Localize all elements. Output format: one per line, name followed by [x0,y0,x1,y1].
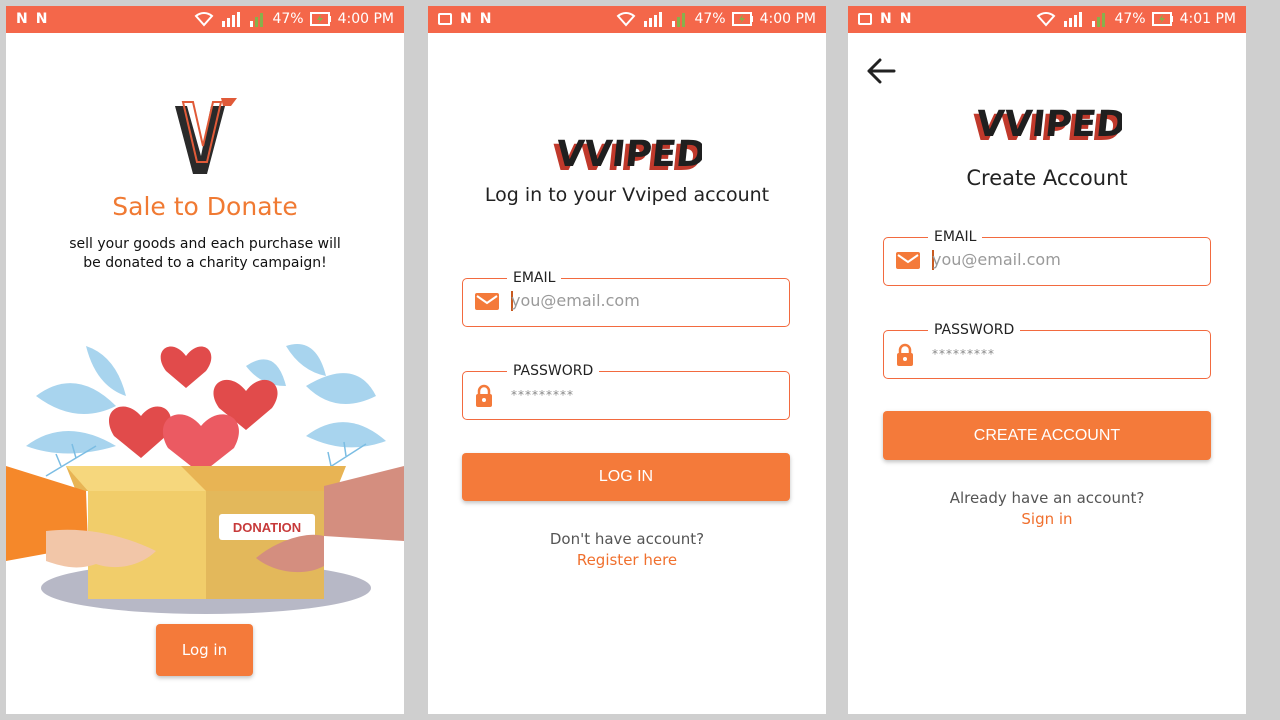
notification-icon: N [880,11,892,27]
email-icon [475,293,499,310]
no-account-text: Don't have account? [549,530,705,548]
donation-illustration: DONATION [6,344,404,614]
clock: 4:01 PM [1179,11,1236,27]
signal-icon [1092,13,1106,27]
notification-icon: N [479,11,492,27]
battery-percent: 47% [694,11,726,27]
wifi-icon [195,12,214,27]
signin-link[interactable]: Sign in [848,510,1246,528]
status-bar: N N 47% 4:01 PM [848,6,1246,33]
signal-icon [672,13,686,27]
login-screen: N N 47% 4:00 PM VVIPED VVIPED Log in to … [428,6,826,714]
status-bar: N N 47% 4:00 PM [428,6,826,33]
email-field: EMAIL [462,269,790,327]
image-icon [438,13,452,25]
login-button[interactable]: Log in [156,624,253,676]
lock-icon [476,384,492,407]
battery-percent: 47% [272,11,304,27]
onboarding-screen: N N 47% 4:00 PM Sale to Donate sell your… [6,6,404,714]
brand-logo: VVIPED VVIPED [972,103,1122,148]
onboarding-description-line-2: be donated to a charity campaign! [83,255,327,271]
login-heading: Log in to your Vviped account [484,184,770,206]
brand-logo-icon [175,98,237,174]
signal-icon [222,12,241,27]
battery-percent: 47% [1114,11,1146,27]
wifi-icon [1037,12,1056,27]
password-field: PASSWORD [883,321,1211,379]
signal-icon [250,13,264,27]
onboarding-description-line-1: sell your goods and each purchase will [69,236,341,252]
lock-icon [897,343,913,366]
password-input[interactable] [932,339,1192,365]
email-field: EMAIL [883,228,1211,286]
battery-icon [1151,12,1173,26]
back-arrow-icon[interactable] [864,56,898,86]
email-label: EMAIL [507,269,562,287]
register-screen: N N 47% 4:01 PM VVIPED VVIPED Create Acc… [848,6,1246,714]
clock: 4:00 PM [759,11,816,27]
clock: 4:00 PM [337,11,394,27]
notification-icon: N [899,11,912,27]
svg-text:VVIPED: VVIPED [554,133,702,175]
password-input[interactable] [511,380,771,406]
wifi-icon [617,12,636,27]
email-input[interactable] [932,246,1192,272]
signal-icon [644,12,663,27]
email-label: EMAIL [928,228,983,246]
notification-icon: N [16,11,28,27]
have-account-text: Already have an account? [949,489,1145,507]
battery-icon [731,12,753,26]
login-submit-button[interactable]: LOG IN [462,453,790,501]
status-bar: N N 47% 4:00 PM [6,6,404,33]
donation-label: DONATION [233,520,301,535]
email-icon [896,252,920,269]
notification-icon: N [460,11,472,27]
signal-icon [1064,12,1083,27]
notification-icon: N [35,11,48,27]
create-account-button[interactable]: CREATE ACCOUNT [883,411,1211,460]
password-field: PASSWORD [462,362,790,420]
password-label: PASSWORD [507,362,600,380]
register-link[interactable]: Register here [428,551,826,569]
image-icon [858,13,872,25]
onboarding-title: Sale to Donate [112,192,298,221]
password-label: PASSWORD [928,321,1021,339]
battery-icon [309,12,331,26]
register-heading: Create Account [966,166,1128,190]
brand-logo: VVIPED VVIPED [552,133,702,178]
email-input[interactable] [511,287,771,313]
svg-text:VVIPED: VVIPED [974,103,1122,145]
